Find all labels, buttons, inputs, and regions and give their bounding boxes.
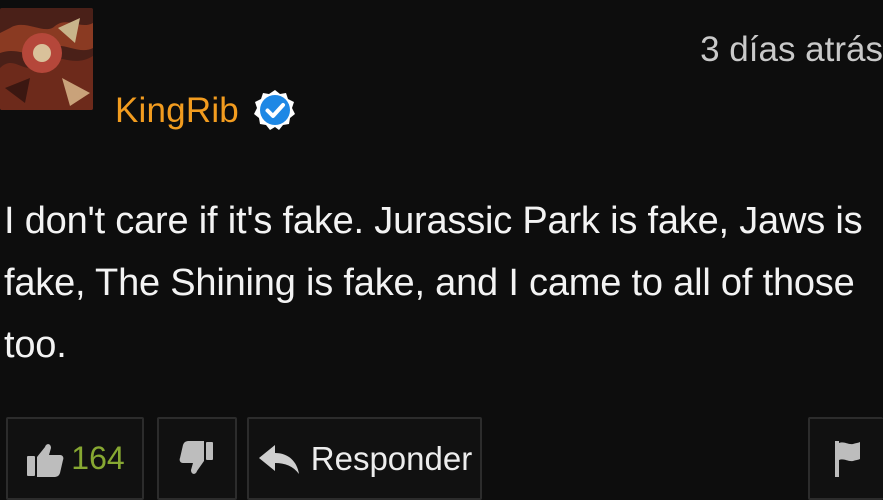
comment-text: I don't care if it's fake. Jurassic Park… xyxy=(4,200,863,366)
comment-timestamp: 3 días atrás xyxy=(700,30,883,69)
dislike-button[interactable] xyxy=(157,417,237,500)
reply-label: Responder xyxy=(310,439,473,477)
reply-arrow-icon xyxy=(257,443,301,475)
report-button[interactable] xyxy=(808,417,883,500)
verified-badge-icon xyxy=(253,88,297,132)
thumbs-down-icon xyxy=(179,439,215,479)
like-count: 164 xyxy=(71,440,125,476)
like-button[interactable]: 164 xyxy=(6,417,144,500)
comment-author: KingRib xyxy=(115,84,297,136)
flag-icon xyxy=(832,439,862,479)
thumbs-up-icon xyxy=(25,439,65,479)
avatar[interactable] xyxy=(0,8,93,110)
reply-button[interactable]: Responder xyxy=(247,417,482,500)
username-link[interactable]: KingRib xyxy=(115,93,239,128)
